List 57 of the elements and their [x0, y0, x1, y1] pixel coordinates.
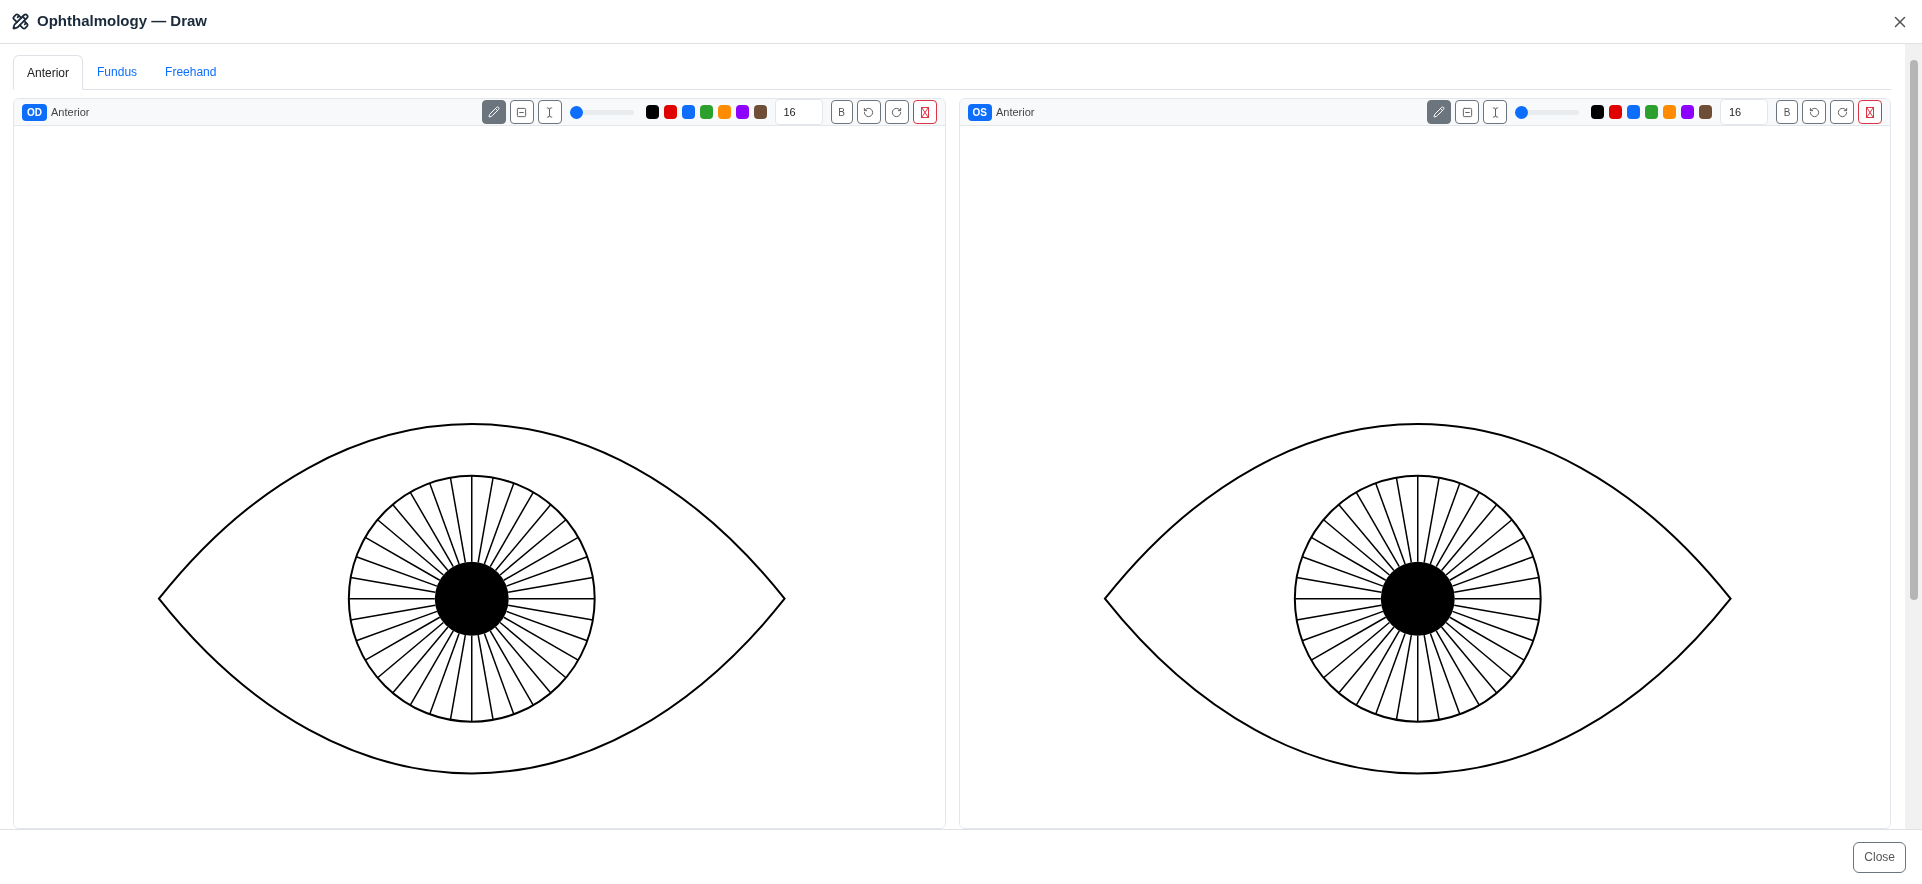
- color-swatch[interactable]: [699, 105, 713, 119]
- color-swatch[interactable]: [663, 105, 677, 119]
- undo-icon: [1808, 106, 1820, 118]
- redo-icon: [1836, 106, 1848, 118]
- color-swatch[interactable]: [1609, 105, 1622, 119]
- clear-button[interactable]: [1858, 100, 1882, 124]
- tool-button[interactable]: [509, 100, 534, 124]
- tool-button[interactable]: [481, 100, 506, 124]
- size-slider[interactable]: [1515, 105, 1579, 119]
- bold-button[interactable]: B: [1776, 100, 1798, 124]
- view-label: Anterior: [995, 104, 1035, 120]
- eye-badge: OS: [967, 103, 992, 121]
- color-swatch[interactable]: [1627, 105, 1640, 119]
- redo-button[interactable]: [1830, 100, 1854, 124]
- redo-icon: [891, 106, 902, 118]
- scrollbar[interactable]: [1905, 44, 1922, 829]
- color-swatch[interactable]: [681, 105, 695, 119]
- color-swatch[interactable]: [753, 105, 767, 119]
- slider-thumb[interactable]: [1515, 105, 1529, 119]
- clear-icon: [920, 106, 929, 118]
- clear-icon: [1866, 106, 1874, 118]
- color-swatch[interactable]: [1681, 105, 1694, 119]
- text-cursor-icon: [544, 106, 555, 118]
- view-label: Anterior: [51, 104, 90, 120]
- slider-thumb[interactable]: [569, 105, 583, 119]
- window-title: Ophthalmology — Draw: [37, 11, 207, 32]
- font-size-input[interactable]: 16: [1720, 99, 1768, 125]
- color-swatch[interactable]: [717, 105, 731, 119]
- color-swatch[interactable]: [1591, 105, 1604, 119]
- pencil-icon: [1433, 106, 1445, 118]
- color-swatch[interactable]: [645, 105, 659, 119]
- tool-button[interactable]: [1483, 100, 1507, 124]
- tool-button[interactable]: [1455, 100, 1479, 124]
- tool-button[interactable]: [1427, 100, 1451, 124]
- square-minus-icon: [516, 106, 527, 118]
- tool-button[interactable]: [537, 100, 562, 124]
- tab[interactable]: Freehand: [151, 55, 231, 89]
- square-minus-icon: [1461, 106, 1473, 118]
- close-button[interactable]: Close: [1853, 841, 1906, 873]
- color-swatch[interactable]: [1663, 105, 1676, 119]
- color-swatch[interactable]: [1645, 105, 1658, 119]
- undo-icon: [863, 106, 874, 118]
- undo-button[interactable]: [856, 100, 881, 124]
- bold-button[interactable]: B: [830, 100, 853, 124]
- tab[interactable]: Fundus: [83, 55, 152, 89]
- color-swatch[interactable]: [735, 105, 749, 119]
- tab[interactable]: Anterior: [13, 55, 84, 90]
- eye-badge: OD: [22, 103, 47, 121]
- scrollbar-thumb[interactable]: [1909, 60, 1918, 600]
- undo-button[interactable]: [1802, 100, 1826, 124]
- size-slider[interactable]: [569, 105, 634, 119]
- redo-button[interactable]: [884, 100, 909, 124]
- pencil-icon: [487, 106, 500, 118]
- clear-button[interactable]: [912, 100, 937, 124]
- font-size-input[interactable]: 16: [774, 99, 823, 125]
- color-swatch[interactable]: [1699, 105, 1712, 119]
- pen-ruler-icon: [12, 13, 29, 30]
